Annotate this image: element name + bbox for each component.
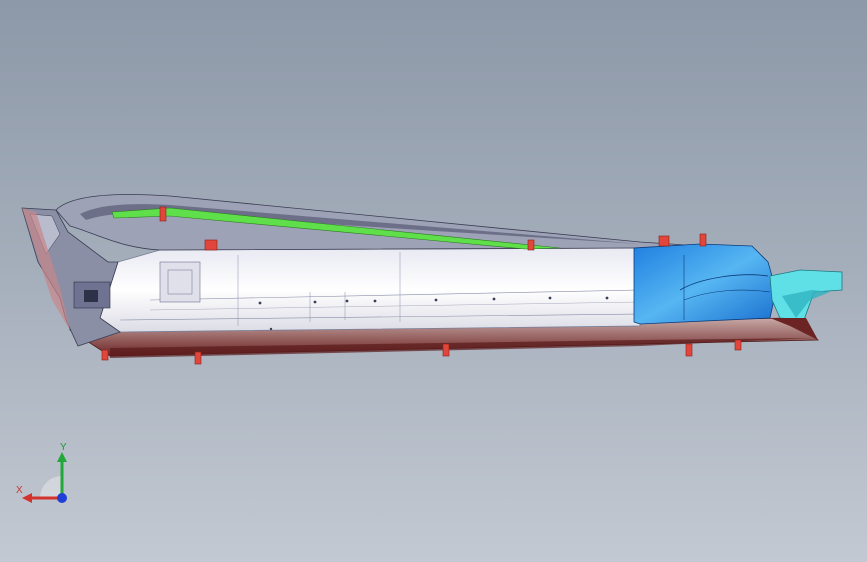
x-axis-label: X [16, 485, 23, 496]
cad-model[interactable] [0, 0, 867, 562]
main-body [99, 247, 641, 333]
coordinate-triad: Y X [10, 440, 80, 510]
blue-end-block [633, 243, 777, 325]
y-axis-label: Y [60, 442, 67, 453]
graphics-viewport[interactable]: Y X [0, 0, 867, 562]
top-arch-rail [55, 194, 701, 251]
triad-graphic [22, 452, 67, 503]
